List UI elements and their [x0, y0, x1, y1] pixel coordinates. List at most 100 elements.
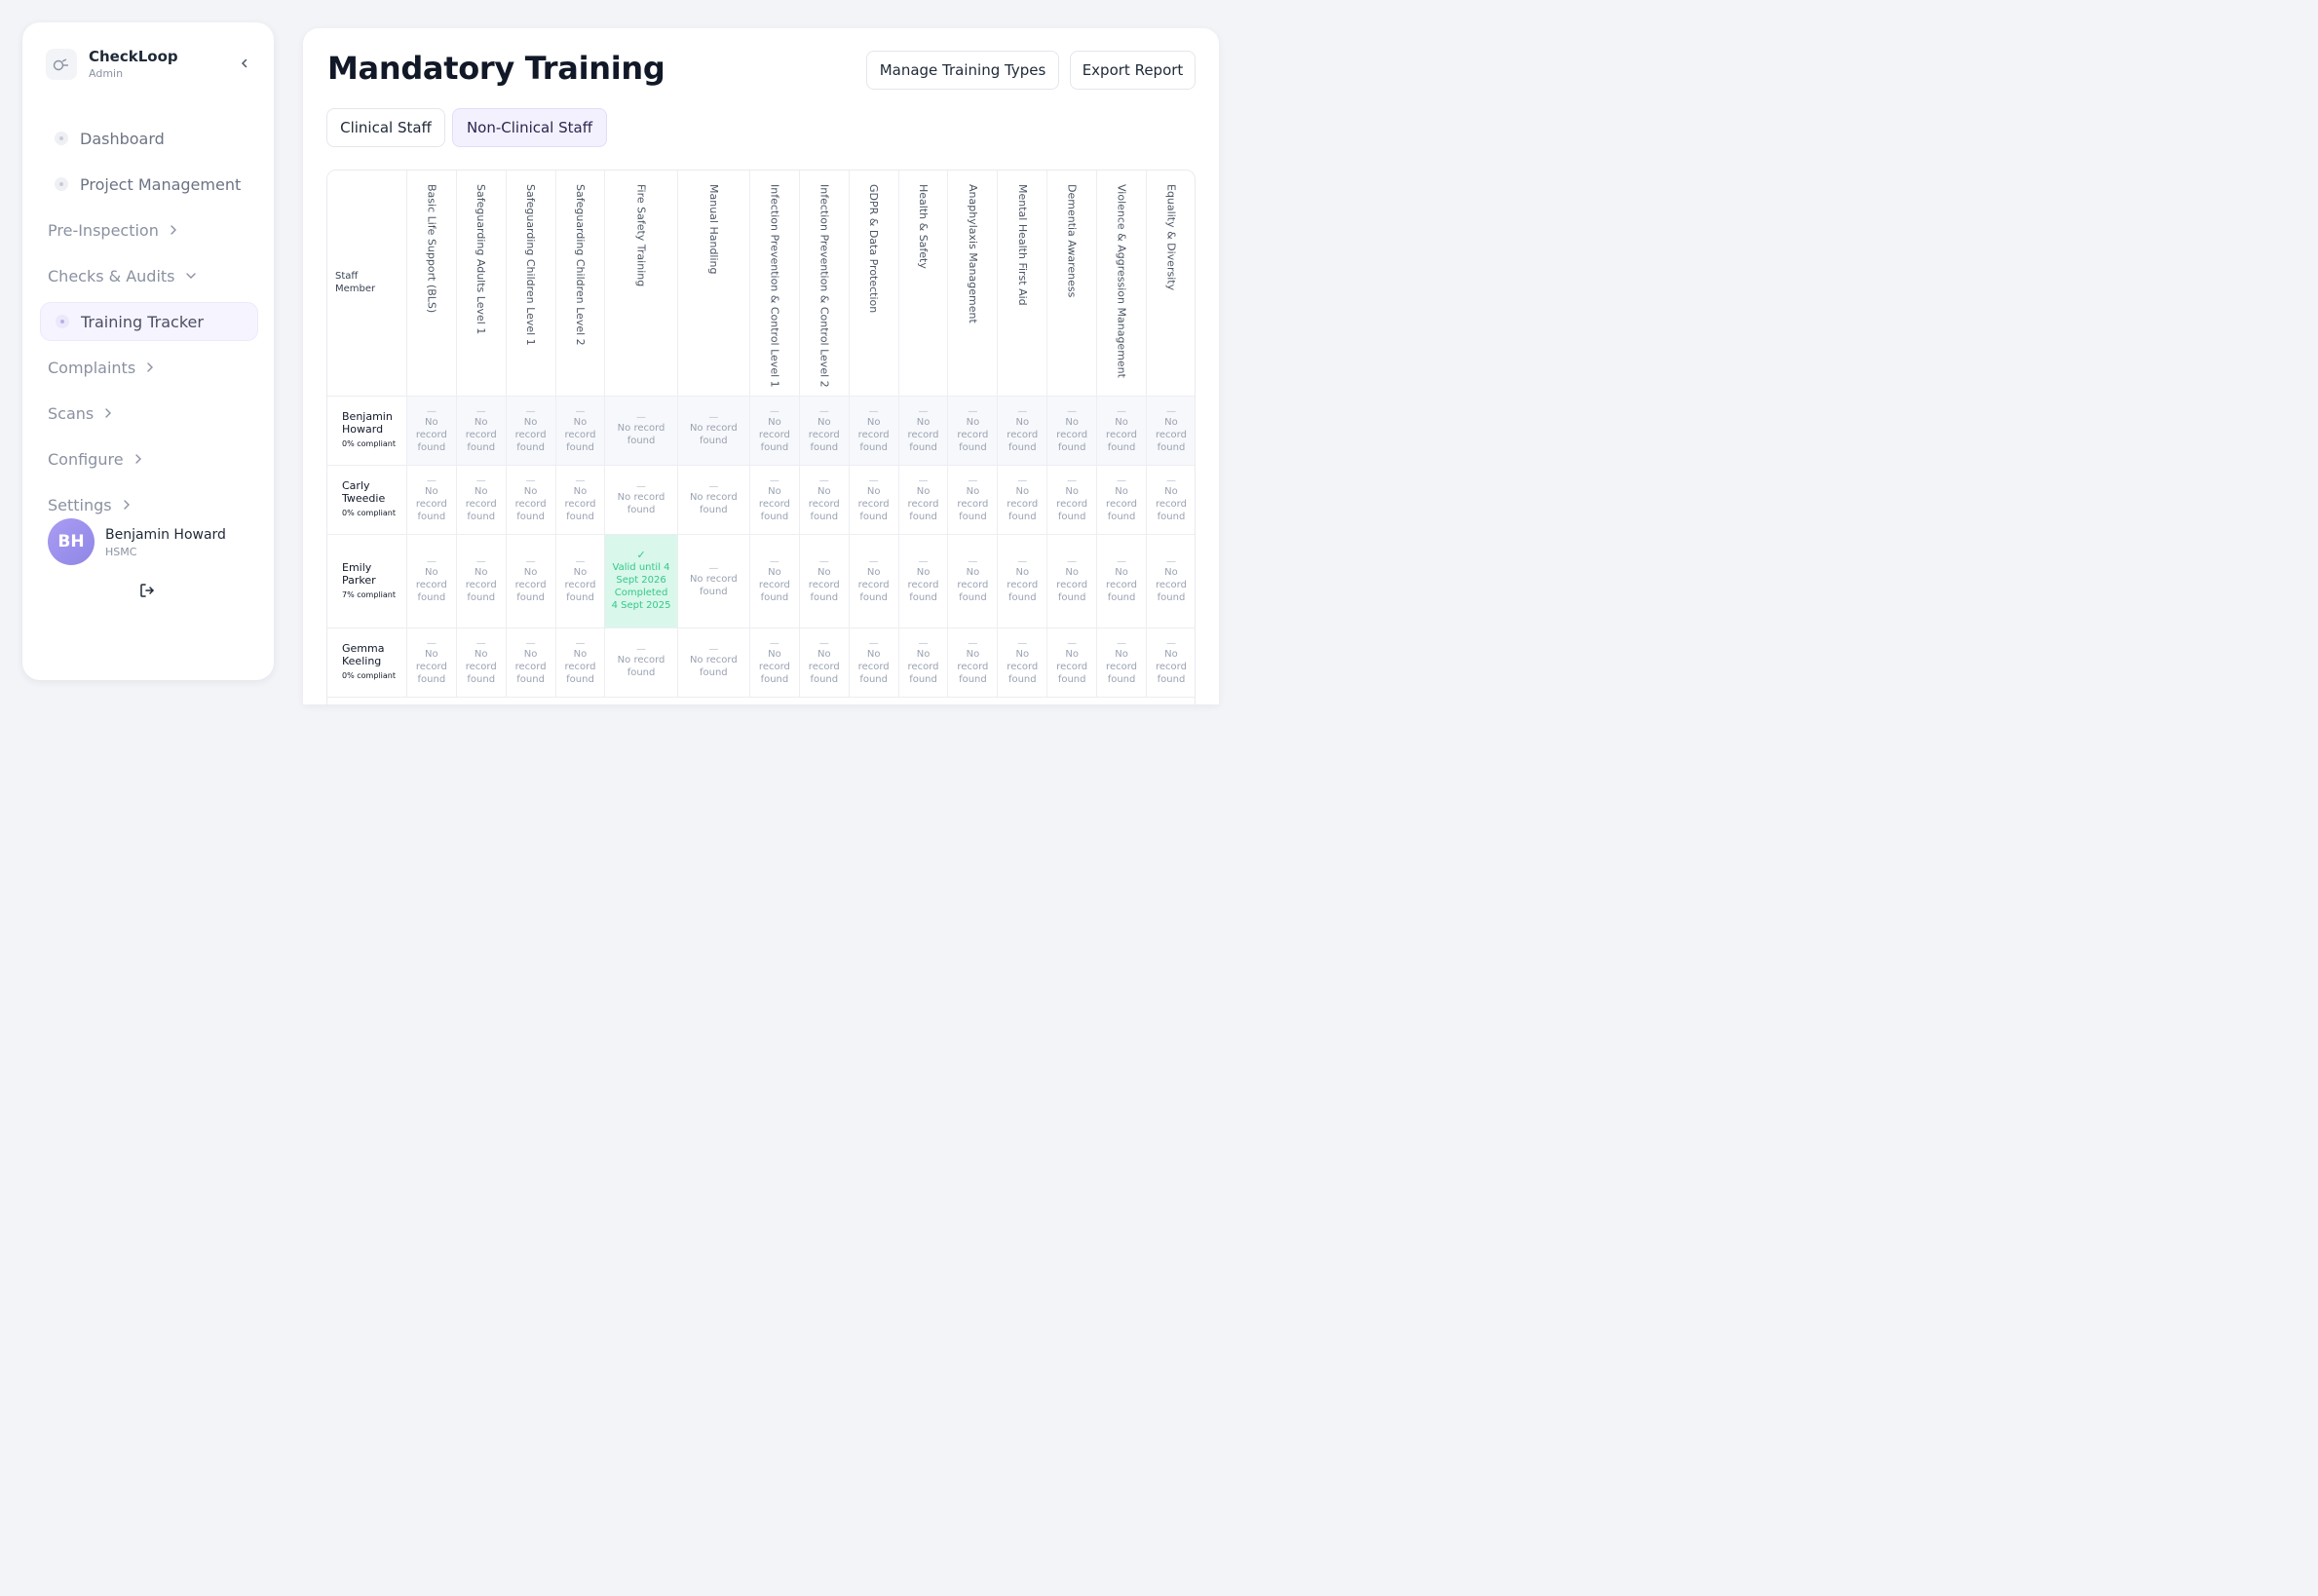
- training-cell-empty[interactable]: — No record found: [849, 465, 899, 535]
- training-cell-empty[interactable]: — No record found: [604, 465, 678, 535]
- chevron-left-icon[interactable]: [231, 50, 258, 77]
- training-cell-empty[interactable]: — No record found: [749, 396, 800, 466]
- training-cell-empty[interactable]: — No record found: [555, 396, 606, 466]
- training-cell-empty[interactable]: — No record found: [406, 396, 457, 466]
- training-cell-empty[interactable]: — No record found: [506, 627, 556, 698]
- training-cell-empty[interactable]: — No record found: [997, 396, 1048, 466]
- training-cell-empty[interactable]: — No record found: [506, 396, 556, 466]
- training-cell-empty[interactable]: — No record found: [677, 465, 750, 535]
- training-cell-empty[interactable]: — No record found: [849, 396, 899, 466]
- user-org: HSMC: [105, 546, 137, 558]
- training-cell-empty[interactable]: — No record found: [898, 396, 949, 466]
- dash-mark: —: [1165, 475, 1176, 486]
- training-cell-empty[interactable]: — No record found: [456, 465, 507, 535]
- staff-cell[interactable]: Gemma Keeling 0% compliant: [327, 627, 407, 698]
- training-cell-empty[interactable]: — No record found: [1046, 627, 1098, 698]
- sidebar-item-project-management[interactable]: Project Management: [40, 166, 256, 203]
- training-cell-empty[interactable]: — No record found: [1146, 465, 1195, 535]
- tab-non-clinical-staff[interactable]: Non-Clinical Staff: [452, 108, 607, 147]
- training-cell-empty[interactable]: — No record found: [456, 627, 507, 698]
- training-cell-empty[interactable]: — No record found: [406, 534, 457, 628]
- training-cell-empty[interactable]: — No record found: [1096, 465, 1147, 535]
- training-cell-empty[interactable]: — No record found: [799, 534, 850, 628]
- training-cell-empty[interactable]: — No record found: [677, 534, 750, 628]
- sidebar-item-complaints[interactable]: Complaints: [40, 349, 256, 386]
- staff-cell[interactable]: Carly Tweedie 0% compliant: [327, 465, 407, 535]
- training-cell-text: No record found: [1007, 485, 1039, 522]
- user-profile[interactable]: BH Benjamin Howard HSMC: [48, 518, 252, 567]
- training-cell-empty[interactable]: — No record found: [406, 627, 457, 698]
- training-cell-empty[interactable]: — No record found: [604, 396, 678, 466]
- training-cell-empty[interactable]: — No record found: [898, 465, 949, 535]
- training-cell-text: No record found: [808, 485, 840, 522]
- training-cell-empty[interactable]: — No record found: [849, 627, 899, 698]
- training-cell-empty[interactable]: — No record found: [1096, 396, 1147, 466]
- training-cell-empty[interactable]: — No record found: [506, 534, 556, 628]
- dash-mark: —: [525, 637, 536, 649]
- staff-cell[interactable]: Emily Parker 7% compliant: [327, 534, 407, 628]
- dash-mark: —: [708, 412, 719, 423]
- training-cell-empty[interactable]: — No record found: [506, 465, 556, 535]
- dash-mark: —: [636, 481, 647, 492]
- training-cell-empty[interactable]: — No record found: [1146, 534, 1195, 628]
- dash-mark: —: [1067, 637, 1078, 649]
- training-cell-empty[interactable]: — No record found: [1146, 396, 1195, 466]
- training-cell-empty[interactable]: — No record found: [947, 627, 999, 698]
- dash-mark: —: [475, 556, 486, 567]
- training-cell-text: No record found: [808, 567, 840, 603]
- training-cell-empty[interactable]: — No record found: [898, 627, 949, 698]
- training-cell-empty[interactable]: — No record found: [849, 534, 899, 628]
- training-cell-empty[interactable]: — No record found: [1046, 396, 1098, 466]
- tab-clinical-staff[interactable]: Clinical Staff: [326, 108, 445, 147]
- manage-training-types-button[interactable]: Manage Training Types: [866, 51, 1059, 90]
- training-cell-empty[interactable]: — No record found: [677, 396, 750, 466]
- training-cell-empty[interactable]: — No record found: [456, 396, 507, 466]
- training-cell-empty[interactable]: — No record found: [406, 465, 457, 535]
- training-cell-empty[interactable]: — No record found: [997, 627, 1048, 698]
- training-cell-empty[interactable]: — No record found: [799, 465, 850, 535]
- column-header-label: Health & Safety: [917, 184, 931, 269]
- sidebar-item-configure[interactable]: Configure: [40, 440, 256, 477]
- sidebar-item-training-tracker[interactable]: Training Tracker: [41, 303, 257, 340]
- staff-cell[interactable]: Benjamin Howard 0% compliant: [327, 396, 407, 466]
- training-cell-empty[interactable]: — No record found: [604, 627, 678, 698]
- avatar: BH: [48, 518, 95, 565]
- logout-icon[interactable]: [135, 579, 159, 602]
- training-cell-valid[interactable]: ✓ Valid until 4 Sept 2026 Completed 4 Sep…: [604, 534, 678, 628]
- training-cell-empty[interactable]: — No record found: [898, 534, 949, 628]
- training-cell-empty[interactable]: — No record found: [947, 396, 999, 466]
- training-cell-empty[interactable]: — No record found: [1146, 627, 1195, 698]
- training-cell-empty[interactable]: — No record found: [456, 534, 507, 628]
- dash-mark: —: [426, 475, 437, 486]
- training-cell-empty[interactable]: — No record found: [1046, 465, 1098, 535]
- training-cell-empty[interactable]: — No record found: [1096, 627, 1147, 698]
- training-cell-empty[interactable]: — No record found: [997, 465, 1048, 535]
- export-report-button[interactable]: Export Report: [1070, 51, 1196, 90]
- dash-mark: —: [868, 556, 879, 567]
- sidebar-item-checks-audits[interactable]: Checks & Audits: [40, 257, 256, 294]
- training-cell-empty[interactable]: — No record found: [1046, 534, 1098, 628]
- training-cell-text: Valid until 4 Sept 2026 Completed 4 Sept…: [611, 562, 671, 611]
- training-cell-text: No record found: [1007, 648, 1039, 685]
- training-cell-empty[interactable]: — No record found: [555, 627, 606, 698]
- training-cell-empty[interactable]: — No record found: [555, 465, 606, 535]
- training-cell-empty[interactable]: — No record found: [947, 534, 999, 628]
- sidebar-item-pre-inspection[interactable]: Pre-Inspection: [40, 211, 256, 248]
- training-cell-empty[interactable]: — No record found: [799, 396, 850, 466]
- training-cell-empty[interactable]: — No record found: [1096, 534, 1147, 628]
- training-cell-text: No record found: [1056, 567, 1088, 603]
- table-row: Emily Parker 7% compliant — No record found…: [327, 534, 1195, 628]
- training-cell-empty[interactable]: — No record found: [749, 465, 800, 535]
- training-cell-empty[interactable]: — No record found: [677, 627, 750, 698]
- training-cell-empty[interactable]: — No record found: [997, 534, 1048, 628]
- sidebar-item-dashboard[interactable]: Dashboard: [40, 120, 256, 157]
- training-cell-empty[interactable]: — No record found: [555, 534, 606, 628]
- column-header-label: Fire Safety Training: [634, 184, 648, 287]
- sidebar-item-scans[interactable]: Scans: [40, 395, 256, 432]
- training-cell-empty[interactable]: — No record found: [799, 627, 850, 698]
- training-cell-empty[interactable]: — No record found: [749, 534, 800, 628]
- chevron-right-icon: [103, 407, 113, 419]
- training-cell-empty[interactable]: — No record found: [749, 627, 800, 698]
- training-cell-empty[interactable]: — No record found: [947, 465, 999, 535]
- training-cell-text: No record found: [689, 423, 738, 446]
